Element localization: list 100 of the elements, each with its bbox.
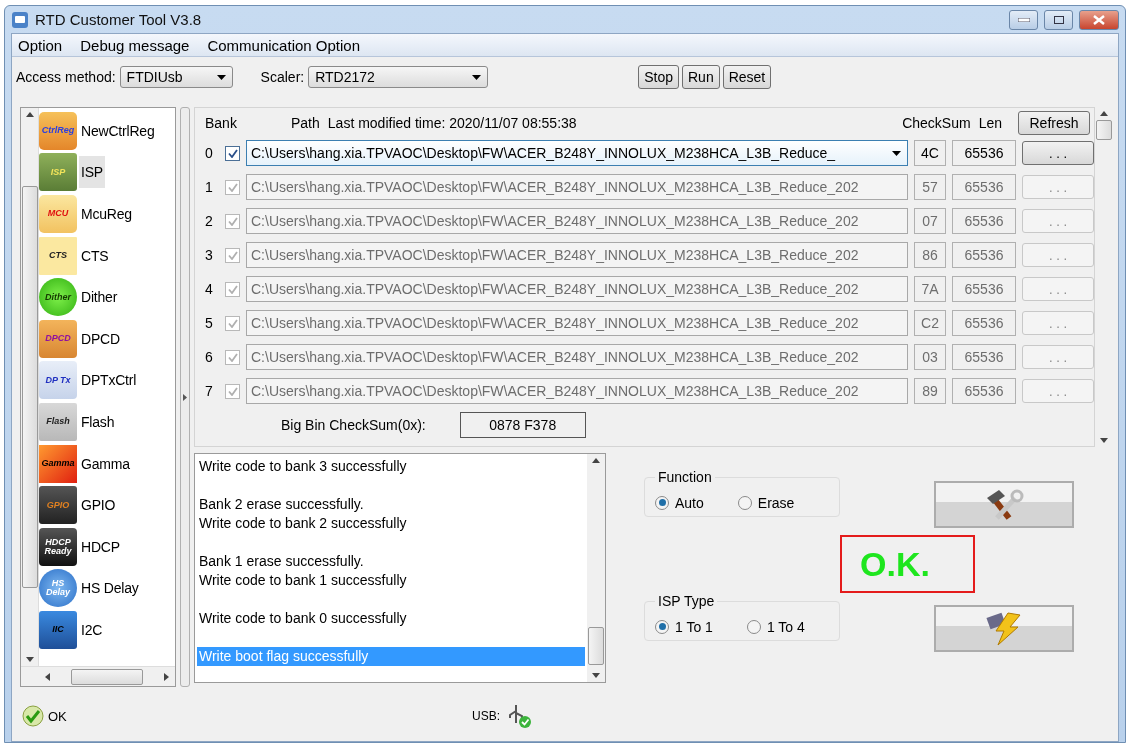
scrollbar[interactable]: [21, 108, 39, 666]
log-line[interactable]: Write code to bank 2 successfully: [197, 514, 585, 533]
minimize-button[interactable]: [1009, 9, 1038, 30]
module-item[interactable]: ISP: [79, 156, 105, 189]
scroll-right-icon[interactable]: [164, 672, 170, 681]
check-icon: [227, 284, 238, 294]
checksum-cell: 86: [914, 242, 946, 268]
log-line[interactable]: Write code to bank 0 successfully: [197, 609, 585, 628]
module-icon[interactable]: DP Tx: [39, 361, 77, 400]
radio-option[interactable]: 1 To 4: [746, 618, 805, 635]
menu-item[interactable]: Option: [18, 36, 63, 54]
radio-button[interactable]: [746, 619, 761, 634]
module-icon[interactable]: HDCP Ready: [39, 527, 77, 566]
splitter-handle[interactable]: [180, 107, 190, 687]
refresh-button[interactable]: Refresh: [1018, 111, 1090, 135]
ok-check-icon: [22, 705, 44, 727]
scroll-down-icon[interactable]: [25, 657, 34, 662]
check-icon: [227, 318, 238, 328]
log-line[interactable]: Write code to bank 3 successfully: [197, 457, 585, 476]
radio-button[interactable]: [655, 619, 669, 634]
scrollbar[interactable]: [21, 666, 176, 686]
module-icon[interactable]: CtrlReg: [39, 111, 77, 150]
scroll-up-icon[interactable]: [25, 112, 34, 117]
usb-label: USB:: [472, 709, 500, 723]
scroll-thumb[interactable]: [21, 186, 38, 588]
scroll-thumb[interactable]: [71, 668, 144, 685]
checksum-cell: 03: [914, 344, 946, 370]
tools-button[interactable]: [934, 481, 1074, 528]
menu-item[interactable]: Debug message: [80, 36, 190, 54]
module-item[interactable]: GPIO: [79, 489, 118, 522]
log-line[interactable]: Bank 2 erase successfully.: [197, 495, 585, 514]
module-icon[interactable]: Flash: [39, 402, 77, 441]
scroll-thumb[interactable]: [1095, 120, 1112, 140]
radio-option[interactable]: 1 To 1: [655, 618, 713, 635]
module-icon[interactable]: GPIO: [39, 486, 77, 525]
scroll-down-icon[interactable]: [1099, 438, 1108, 443]
module-item[interactable]: Flash: [79, 405, 117, 438]
module-icon[interactable]: IIC: [39, 610, 77, 649]
close-button[interactable]: [1079, 9, 1119, 30]
module-item[interactable]: HS Delay: [79, 572, 141, 605]
length-cell: 65536: [952, 174, 1016, 200]
bank-number: 0: [205, 145, 214, 161]
module-item[interactable]: DPTxCtrl: [79, 364, 139, 397]
module-item[interactable]: HDCP: [79, 530, 122, 563]
maximize-button[interactable]: [1044, 9, 1073, 30]
bank-number: 2: [205, 213, 214, 229]
modified-time: Last modified time: 2020/11/07 08:55:38: [327, 115, 578, 131]
bank-checkbox[interactable]: [225, 145, 240, 161]
module-icon[interactable]: Gamma: [39, 444, 77, 483]
module-icon[interactable]: CTS: [39, 236, 77, 275]
radio-option[interactable]: Auto: [655, 494, 704, 511]
browse-button[interactable]: . . .: [1022, 141, 1094, 165]
toolbar-button[interactable]: Stop: [638, 65, 679, 89]
group-title: Function: [657, 469, 713, 485]
column-header: Len: [978, 115, 1002, 131]
bank-number: 7: [205, 383, 214, 399]
menu-item[interactable]: Communication Option: [207, 36, 360, 54]
module-item[interactable]: CTS: [79, 239, 111, 272]
minimize-icon: [1017, 17, 1030, 22]
scroll-down-icon[interactable]: [592, 673, 600, 678]
scaler-dropdown[interactable]: RTD2172: [308, 66, 489, 88]
module-item[interactable]: NewCtrlReg: [79, 114, 157, 147]
bank-number: 1: [205, 179, 214, 195]
toolbar-button[interactable]: Run: [682, 65, 720, 89]
length-cell: 65536: [952, 378, 1016, 404]
module-item[interactable]: McuReg: [79, 198, 134, 230]
log-line[interactable]: Bank 1 erase successfully.: [197, 552, 585, 571]
radio-button[interactable]: [737, 495, 752, 510]
radio-dot-icon: [658, 499, 666, 506]
checksum-cell: C2: [914, 310, 946, 336]
module-icon[interactable]: MCU: [39, 195, 77, 233]
maximize-icon: [1053, 15, 1064, 24]
log-line[interactable]: Write code to bank 1 successfully: [197, 571, 585, 590]
bank-number: 4: [205, 281, 214, 297]
column-header: CheckSum: [902, 115, 971, 131]
scrollbar[interactable]: [587, 454, 605, 682]
module-item[interactable]: DPCD: [79, 322, 122, 355]
scroll-left-icon[interactable]: [45, 672, 50, 681]
radio-button[interactable]: [655, 495, 669, 510]
module-item[interactable]: Dither: [79, 281, 120, 314]
toolbar-button[interactable]: Reset: [722, 65, 772, 89]
window-title: RTD Customer Tool V3.8: [35, 11, 203, 28]
bank-number: 3: [205, 247, 214, 263]
program-button[interactable]: [934, 605, 1074, 652]
radio-option[interactable]: Erase: [737, 494, 795, 511]
checksum-cell: 89: [914, 378, 946, 404]
scroll-up-icon[interactable]: [1099, 111, 1108, 116]
expand-arrow-icon: [183, 393, 188, 401]
close-icon: [1093, 14, 1105, 25]
module-icon[interactable]: Dither: [39, 278, 77, 317]
scroll-thumb[interactable]: [588, 627, 604, 665]
path-dropdown[interactable]: C:\Users\hang.xia.TPVAOC\Desktop\FW\ACER_B248Y_INNOLUX_M238HCA_L3B_Reduce_: [246, 140, 908, 166]
module-item[interactable]: Gamma: [79, 447, 132, 480]
module-item[interactable]: I2C: [79, 613, 105, 646]
checksum-cell: 7A: [914, 276, 946, 302]
access-method-dropdown[interactable]: FTDIUsb: [119, 66, 233, 88]
scaler-label: Scaler:: [260, 69, 305, 85]
status-text: OK: [48, 708, 68, 724]
scroll-up-icon[interactable]: [592, 458, 600, 463]
column-header: Path: [291, 115, 320, 131]
